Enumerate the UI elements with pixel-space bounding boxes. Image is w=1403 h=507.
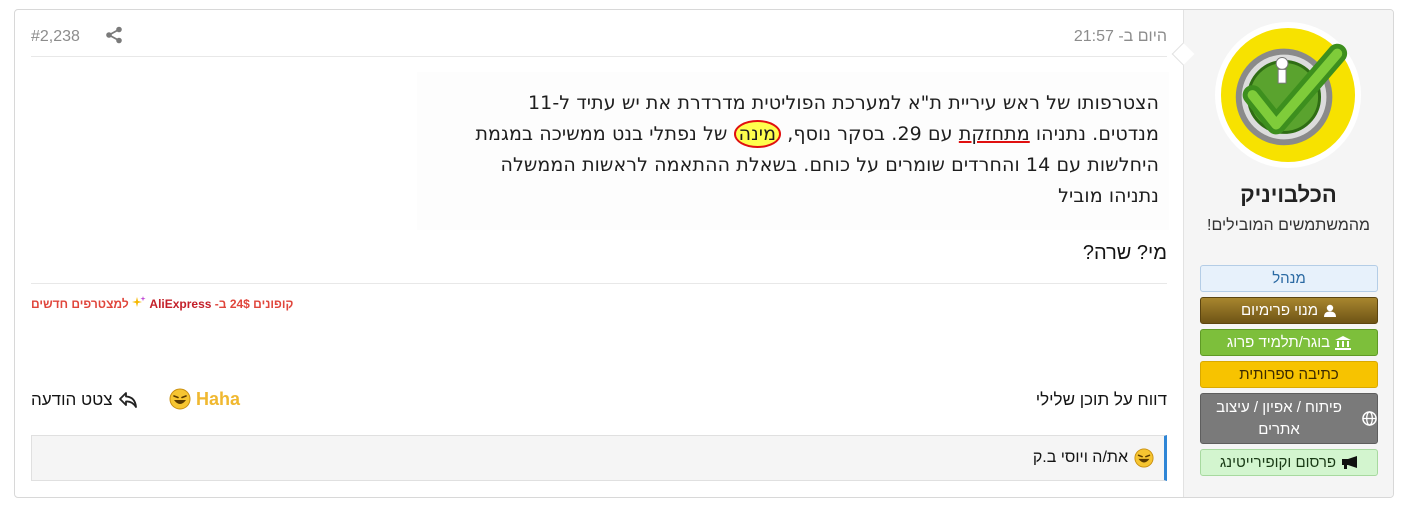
reaction-button[interactable]: Haha xyxy=(169,388,240,410)
reaction-label: Haha xyxy=(196,388,241,409)
banner-admin: מנהל xyxy=(1200,265,1378,292)
user-title: מהמשתמשים המובילים! xyxy=(1207,217,1370,234)
quote-line-2: מנדטים. נתניהו מתחזקת עם 29. בסקר נוסף, … xyxy=(427,119,1159,150)
banner-writing-label: כתיבה ספרותית xyxy=(1239,366,1339,383)
quote-line-2-after: של xyxy=(696,123,734,145)
banner-web-dev: פיתוח / אפיון / עיצוב אתרים xyxy=(1200,393,1378,444)
username-link[interactable]: הכלבויניק xyxy=(1184,182,1393,208)
banner-premium-label: מנוי פרימיום xyxy=(1240,302,1319,319)
laughing-emoji-icon xyxy=(169,388,191,410)
ad-brand-text: AliExpress xyxy=(149,297,212,311)
reply-icon xyxy=(119,392,138,408)
message-footer: דווח על תוכן שלילי Haha צטט הודעה xyxy=(31,388,1167,414)
ad-coupon-text: קופונים 24$ ב- xyxy=(214,297,294,311)
banner-web-dev-label: פיתוח / אפיון / עיצוב אתרים xyxy=(1216,398,1342,438)
user-sidebar: הכלבויניק מהמשתמשים המובילים! מנהל מנוי … xyxy=(1171,10,1393,497)
sparkle-icon xyxy=(129,296,146,311)
user-icon xyxy=(1324,304,1337,317)
banner-graduate-label: בוגר/תלמיד פרוג xyxy=(1226,334,1331,351)
share-icon[interactable] xyxy=(105,26,123,49)
quoted-screenshot: הצטרפותו של ראש עיריית ת"א למערכת הפוליט… xyxy=(417,72,1169,230)
megaphone-icon xyxy=(1342,456,1358,469)
banner-admin-label: מנהל xyxy=(1272,270,1306,287)
quote-line-4: נתניהו מוביל xyxy=(1058,185,1159,207)
quote-line-3: היחלשות עם 14 והחרדים שומרים על כוחם. בש… xyxy=(500,154,1159,176)
globe-icon xyxy=(1362,411,1377,426)
banner-copywriting: פרסום וקופירייטינג xyxy=(1200,449,1378,476)
banner-writing: כתיבה ספרותית xyxy=(1200,361,1378,388)
circled-highlighted-word: מינה xyxy=(733,120,782,148)
quote-line-2-before: מנדטים. נתניהו xyxy=(1029,123,1159,145)
laughing-emoji-icon xyxy=(1134,448,1154,468)
ad-newcomers-text: למצטרפים חדשים xyxy=(31,297,129,311)
report-link[interactable]: דווח על תוכן שלילי xyxy=(1036,390,1167,410)
quote-line-2-middle: עם 29. בסקר נוסף, xyxy=(781,123,959,145)
banner-graduate: בוגר/תלמיד פרוג xyxy=(1200,329,1378,356)
message-attribution: היום ב- 21:57 #2,238 xyxy=(31,23,1167,57)
reactions-list[interactable]: את/ה ויוסי ב.ק xyxy=(31,435,1167,481)
quote-line-1: הצטרפותו של ראש עיריית ת"א למערכת הפוליט… xyxy=(527,92,1159,114)
reply-button[interactable]: צטט הודעה xyxy=(31,390,138,410)
banner-copywriting-label: פרסום וקופירייטינג xyxy=(1219,454,1337,471)
reactions-users-text: את/ה ויוסי ב.ק xyxy=(1032,449,1128,466)
quote-line-2-end: נפתלי בנט ממשיכה במגמת xyxy=(475,123,697,145)
banner-premium: מנוי פרימיום xyxy=(1200,297,1378,324)
message-main: היום ב- 21:57 #2,238 הצטרפותו של ראש עיר… xyxy=(15,10,1183,497)
message-body-text: מי? שרה? xyxy=(1082,242,1167,264)
user-banners: מנהל מנוי פרימיום בוגר/תלמיד פרוג כתיבה … xyxy=(1200,265,1378,481)
signature: קופונים 24$ ב- AliExpress למצטרפים חדשים xyxy=(31,283,1167,343)
avatar[interactable] xyxy=(1215,22,1361,168)
post-time[interactable]: היום ב- 21:57 xyxy=(1074,28,1167,46)
post-number[interactable]: #2,238 xyxy=(31,28,80,46)
signature-ad-link[interactable]: קופונים 24$ ב- AliExpress למצטרפים חדשים xyxy=(31,296,293,311)
underlined-word: מתחזקת xyxy=(958,123,1030,145)
message-post: היום ב- 21:57 #2,238 הצטרפותו של ראש עיר… xyxy=(14,9,1394,498)
reply-label: צטט הודעה xyxy=(31,390,113,409)
university-icon xyxy=(1335,335,1352,350)
